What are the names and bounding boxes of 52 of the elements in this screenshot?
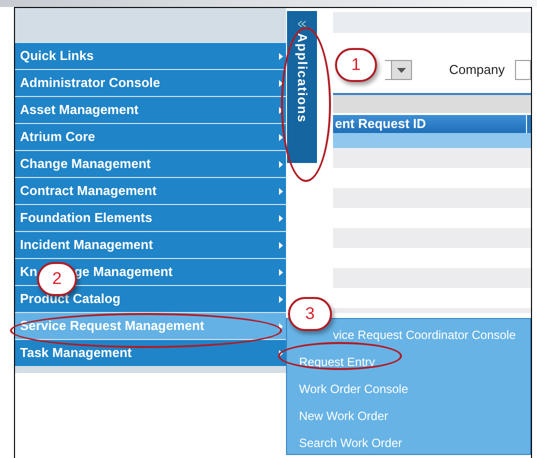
submenu-item[interactable]: Request Entry	[299, 349, 376, 376]
chevron-right-icon	[279, 296, 283, 302]
menu-item-label: Contract Management	[20, 182, 157, 200]
menu-item-label: Incident Management	[20, 236, 153, 254]
dropdown-field[interactable]	[385, 60, 412, 80]
submenu-item[interactable]: vice Request Coordinator Console	[333, 322, 516, 349]
menu-item[interactable]: Incident Management	[15, 231, 286, 258]
chevron-right-icon	[279, 188, 283, 194]
menu-item-label: Foundation Elements	[20, 209, 152, 228]
menu-item-label: Kn	[20, 263, 38, 282]
chevron-right-icon	[279, 160, 283, 168]
menu-item-label: Task Management	[20, 344, 132, 362]
table-row[interactable]	[333, 268, 531, 288]
menu-item[interactable]: Service Request Management	[15, 312, 286, 339]
table-row[interactable]	[333, 133, 531, 148]
menu-item-label: Quick Links	[20, 47, 94, 66]
chevron-right-icon	[279, 214, 283, 222]
menu-item[interactable]: Contract Management	[15, 177, 286, 204]
menu-item-label: Service Request Management	[20, 317, 204, 336]
chevron-right-icon	[279, 322, 283, 330]
menu-item[interactable]: Task Management	[15, 339, 286, 366]
menu-item-label: Administrator Console	[20, 74, 160, 92]
collapse-icon	[298, 21, 306, 27]
chevron-right-icon	[279, 134, 283, 140]
column-header[interactable]: ent Request ID	[333, 115, 527, 133]
menu-item-label: Asset Management	[20, 101, 138, 120]
chevron-right-icon	[279, 242, 283, 248]
table-row[interactable]	[333, 188, 531, 208]
table-row[interactable]	[333, 308, 531, 313]
menu-item-label: Atrium Core	[20, 128, 96, 146]
menu-item[interactable]: Foundation Elements	[15, 204, 286, 231]
chevron-right-icon	[279, 52, 283, 60]
caret-icon	[397, 68, 406, 72]
menu-item[interactable]: Asset Management	[15, 96, 286, 123]
menu-item[interactable]: Administrator Console	[15, 69, 286, 96]
chevron-right-icon	[279, 80, 283, 86]
submenu-item[interactable]: Work Order Console	[299, 376, 408, 403]
chevron-right-icon	[279, 350, 283, 356]
chevron-right-icon	[279, 268, 283, 276]
chevron-right-icon	[279, 106, 283, 114]
menu-item[interactable]: Quick Links	[15, 42, 286, 69]
submenu-item[interactable]: New Work Order	[299, 403, 388, 430]
table-row[interactable]	[333, 148, 531, 168]
menu-item[interactable]: Atrium Core	[15, 123, 286, 150]
menu-item[interactable]: Product Catalog	[15, 285, 286, 312]
company-label: Company	[449, 61, 505, 80]
menu-item-label: Change Management	[20, 155, 151, 174]
submenu-item[interactable]: Search Work Order	[299, 430, 402, 457]
company-field[interactable]	[514, 60, 531, 80]
table-row[interactable]	[333, 228, 531, 248]
applications-tab[interactable]: Applications	[287, 11, 317, 163]
menu-item[interactable]: Change Management	[15, 150, 286, 177]
